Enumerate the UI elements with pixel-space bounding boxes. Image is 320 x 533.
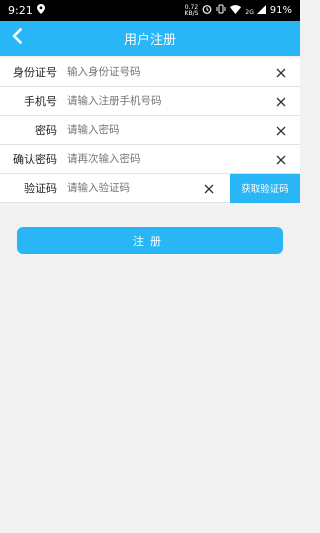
- clear-id-number-button[interactable]: [272, 63, 290, 81]
- alarm-icon: [202, 4, 212, 17]
- id-number-input[interactable]: [67, 66, 272, 78]
- chevron-left-icon: [11, 28, 23, 48]
- verification-code-input[interactable]: [67, 182, 200, 194]
- close-icon: [276, 92, 286, 111]
- confirm-password-label: 确认密码: [13, 153, 57, 166]
- clear-phone-button[interactable]: [272, 92, 290, 110]
- net-speed: 0.72 KB/S: [184, 4, 199, 17]
- close-icon: [204, 179, 214, 198]
- battery-percent: 91%: [269, 5, 292, 16]
- status-time: 9:21: [8, 4, 33, 17]
- verification-code-label: 验证码: [24, 182, 57, 195]
- signal-icon: 2G: [245, 4, 266, 17]
- get-verification-code-button[interactable]: 获取验证码: [230, 173, 300, 203]
- clear-password-button[interactable]: [272, 121, 290, 139]
- password-row: 密码: [0, 116, 300, 145]
- net-speed-unit: KB/S: [184, 9, 199, 17]
- phone-label: 手机号: [24, 95, 57, 108]
- password-label: 密码: [35, 124, 57, 137]
- password-input[interactable]: [67, 124, 272, 136]
- page-title: 用户注册: [123, 33, 176, 48]
- verification-code-row: 验证码 获取验证码: [0, 173, 300, 203]
- confirm-password-input[interactable]: [67, 153, 272, 165]
- phone-input[interactable]: [67, 95, 272, 107]
- clear-confirm-password-button[interactable]: [272, 150, 290, 168]
- vibrate-icon: [216, 4, 226, 17]
- close-icon: [276, 150, 286, 169]
- clear-verification-code-button[interactable]: [200, 179, 218, 197]
- wifi-icon: [230, 4, 242, 17]
- signal-label: 2G: [245, 8, 254, 16]
- register-button[interactable]: 注册: [17, 227, 283, 254]
- close-icon: [276, 121, 286, 140]
- back-button[interactable]: [6, 27, 28, 49]
- id-number-row: 身份证号: [0, 58, 300, 87]
- status-bar: 9:21 0.72 KB/S 2G 91%: [0, 0, 300, 21]
- phone-row: 手机号: [0, 87, 300, 116]
- app-bar: 用户注册: [0, 21, 300, 56]
- register-form: 身份证号 手机号 密码 确认密码 验证码 获取验证码: [0, 58, 300, 203]
- location-icon: [36, 4, 45, 17]
- confirm-password-row: 确认密码: [0, 145, 300, 174]
- id-number-label: 身份证号: [13, 66, 57, 79]
- close-icon: [276, 63, 286, 82]
